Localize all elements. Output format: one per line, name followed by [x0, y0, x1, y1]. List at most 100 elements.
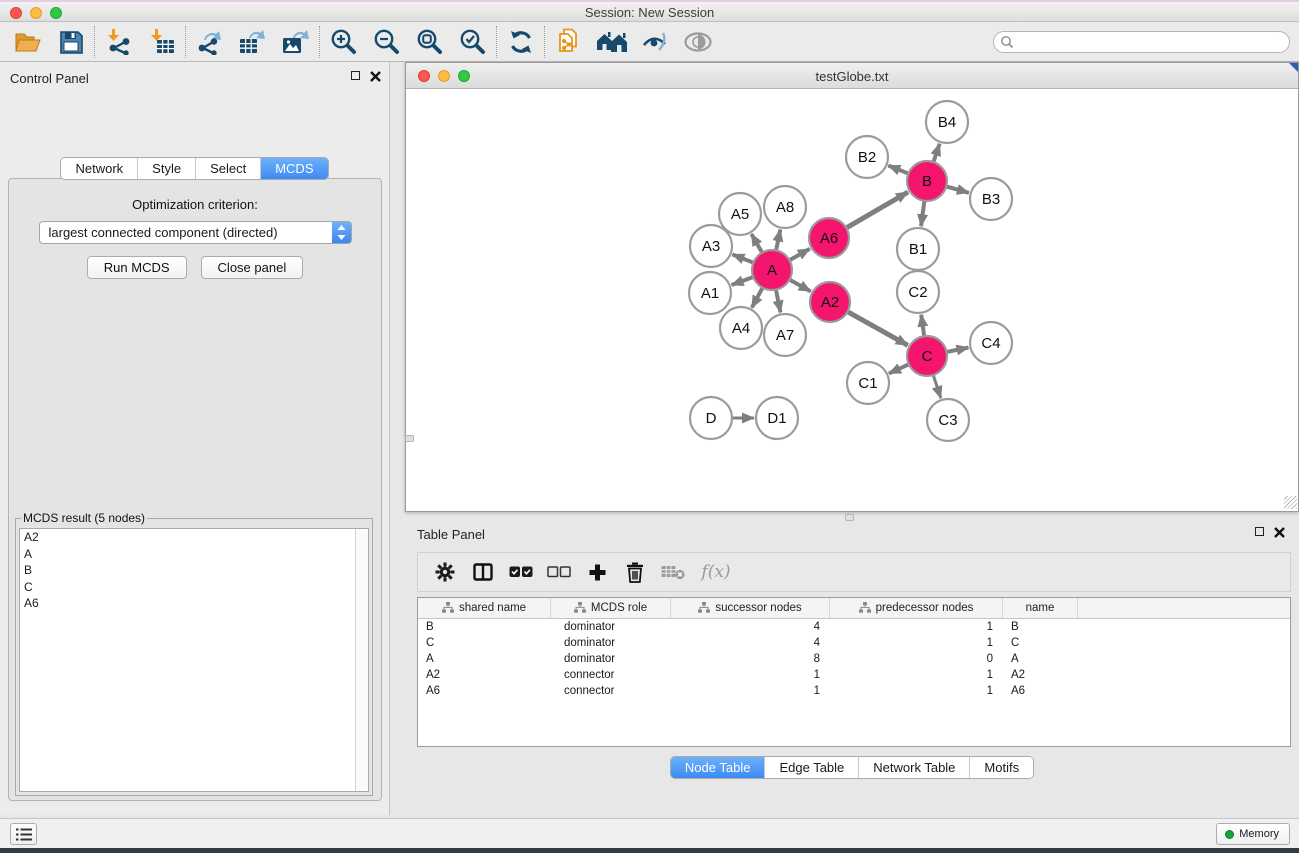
save-session-button[interactable] [49, 24, 92, 60]
bird-eye-view-button[interactable] [676, 24, 719, 60]
node-B3[interactable]: B3 [970, 178, 1012, 220]
cell[interactable]: A6 [1003, 683, 1078, 699]
export-network-button[interactable] [188, 24, 231, 60]
edge-C-C3[interactable] [933, 375, 941, 398]
cell[interactable]: A2 [1003, 667, 1078, 683]
cell[interactable]: B [1003, 619, 1078, 635]
cell[interactable]: connector [551, 667, 671, 683]
node-D[interactable]: D [690, 397, 732, 439]
show-hide-graphics-button[interactable] [633, 24, 676, 60]
result-list-item[interactable]: A [20, 546, 368, 563]
tab-style[interactable]: Style [138, 158, 196, 179]
zoom-fit-button[interactable] [408, 24, 451, 60]
run-mcds-button[interactable]: Run MCDS [87, 256, 187, 279]
close-panel-icon[interactable] [370, 71, 381, 82]
result-list-scrollbar[interactable] [355, 529, 368, 791]
zoom-in-button[interactable] [322, 24, 365, 60]
edge-B-B4[interactable] [933, 144, 939, 162]
criterion-dropdown[interactable]: largest connected component (directed) [39, 221, 352, 244]
tab-motifs[interactable]: Motifs [970, 757, 1033, 778]
edge-C-C1[interactable] [889, 364, 909, 373]
cell[interactable]: 1 [830, 635, 1003, 651]
edge-A-A4[interactable] [752, 288, 763, 308]
close-panel-button[interactable]: Close panel [201, 256, 304, 279]
network-graph[interactable]: B4B2BB3A5A8A6B1A3AC2A1A2A4A7C4CC1DD1C3 [406, 89, 1298, 510]
tab-node-table[interactable]: Node Table [671, 757, 766, 778]
network-canvas[interactable]: B4B2BB3A5A8A6B1A3AC2A1A2A4A7C4CC1DD1C3 [406, 89, 1298, 510]
node-B2[interactable]: B2 [846, 136, 888, 178]
cell[interactable]: A [1003, 651, 1078, 667]
toolbar-search[interactable] [993, 31, 1290, 53]
tab-network-table[interactable]: Network Table [859, 757, 970, 778]
column-header-successor-nodes[interactable]: successor nodes [671, 598, 830, 618]
select-all-button[interactable] [502, 556, 540, 588]
node-B4[interactable]: B4 [926, 101, 968, 143]
cell[interactable]: dominator [551, 635, 671, 651]
node-table[interactable]: shared nameMCDS rolesuccessor nodesprede… [417, 597, 1291, 747]
table-row[interactable]: Adominator80A [418, 651, 1290, 667]
cell[interactable]: A [418, 651, 551, 667]
table-options-button[interactable] [426, 556, 464, 588]
import-table-button[interactable] [140, 24, 183, 60]
cell[interactable]: C [418, 635, 551, 651]
node-A2[interactable]: A2 [810, 282, 850, 322]
zoom-out-button[interactable] [365, 24, 408, 60]
result-list-item[interactable]: C [20, 579, 368, 596]
export-table-button[interactable] [231, 24, 274, 60]
node-A7[interactable]: A7 [764, 314, 806, 356]
table-row[interactable]: Cdominator41C [418, 635, 1290, 651]
cell[interactable]: 4 [671, 619, 830, 635]
edge-A-A1[interactable] [732, 277, 754, 285]
node-A8[interactable]: A8 [764, 186, 806, 228]
column-header-shared-name[interactable]: shared name [418, 598, 551, 618]
column-header-MCDS-role[interactable]: MCDS role [551, 598, 671, 618]
column-header-name[interactable]: name [1003, 598, 1078, 618]
cell[interactable]: C [1003, 635, 1078, 651]
edge-B-B3[interactable] [946, 186, 969, 192]
node-A5[interactable]: A5 [719, 193, 761, 235]
table-row[interactable]: A6connector11A6 [418, 683, 1290, 699]
left-edge-grip[interactable] [405, 435, 414, 442]
node-A4[interactable]: A4 [720, 307, 762, 349]
node-C4[interactable]: C4 [970, 322, 1012, 364]
refresh-button[interactable] [499, 24, 542, 60]
cell[interactable]: connector [551, 683, 671, 699]
float-panel-icon[interactable] [351, 71, 360, 80]
edge-A-A3[interactable] [732, 254, 753, 262]
column-header-predecessor-nodes[interactable]: predecessor nodes [830, 598, 1003, 618]
cell[interactable]: 0 [830, 651, 1003, 667]
window-resize-grip[interactable] [1284, 496, 1297, 509]
cell[interactable]: 4 [671, 635, 830, 651]
edge-A6-B[interactable] [846, 192, 908, 228]
node-C3[interactable]: C3 [927, 399, 969, 441]
zoom-selected-button[interactable] [451, 24, 494, 60]
new-network-button[interactable] [547, 24, 590, 60]
cell[interactable]: A2 [418, 667, 551, 683]
edge-B-B2[interactable] [888, 166, 908, 174]
cell[interactable]: 1 [671, 667, 830, 683]
cell[interactable]: B [418, 619, 551, 635]
edge-C-C2[interactable] [921, 315, 924, 336]
cell[interactable]: 8 [671, 651, 830, 667]
edge-A-A7[interactable] [776, 290, 781, 313]
cell[interactable]: 1 [830, 683, 1003, 699]
float-table-panel-icon[interactable] [1255, 527, 1264, 536]
mcds-result-list[interactable]: A2ABCA6 [19, 528, 369, 792]
node-A1[interactable]: A1 [689, 272, 731, 314]
open-session-button[interactable] [6, 24, 49, 60]
tab-edge-table[interactable]: Edge Table [765, 757, 859, 778]
cell[interactable]: dominator [551, 619, 671, 635]
import-network-button[interactable] [97, 24, 140, 60]
tab-select[interactable]: Select [196, 158, 261, 179]
edge-B-B1[interactable] [921, 201, 924, 226]
node-C[interactable]: C [907, 336, 947, 376]
node-D1[interactable]: D1 [756, 397, 798, 439]
edge-A-A2[interactable] [790, 280, 811, 292]
memory-button[interactable]: Memory [1216, 823, 1290, 845]
node-C1[interactable]: C1 [847, 362, 889, 404]
cell[interactable]: 1 [671, 683, 830, 699]
result-list-item[interactable]: A2 [20, 529, 368, 546]
table-row[interactable]: Bdominator41B [418, 619, 1290, 635]
network-window-titlebar[interactable]: testGlobe.txt [406, 63, 1298, 89]
node-A3[interactable]: A3 [690, 225, 732, 267]
